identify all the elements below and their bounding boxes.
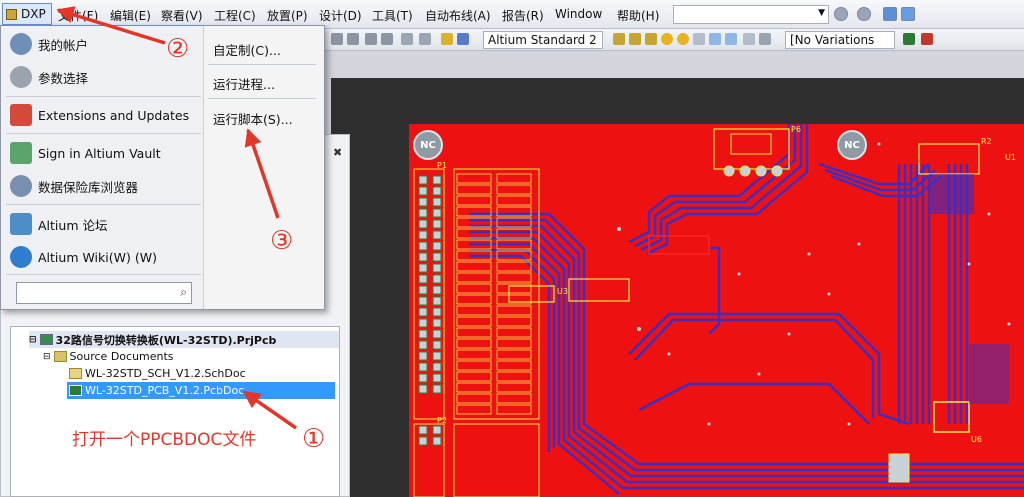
step2-marker: ② [166,34,190,64]
arrow-to-pcbdoc [242,390,297,430]
arrow-to-dxp [56,6,166,45]
annotation-arrows [56,6,297,430]
step1-instruction: 打开一个PPCBDOC文件 [72,430,257,450]
arrow-to-run-script [244,128,280,219]
step3-marker: ③ [270,226,294,256]
step1-marker: ① [302,424,326,454]
